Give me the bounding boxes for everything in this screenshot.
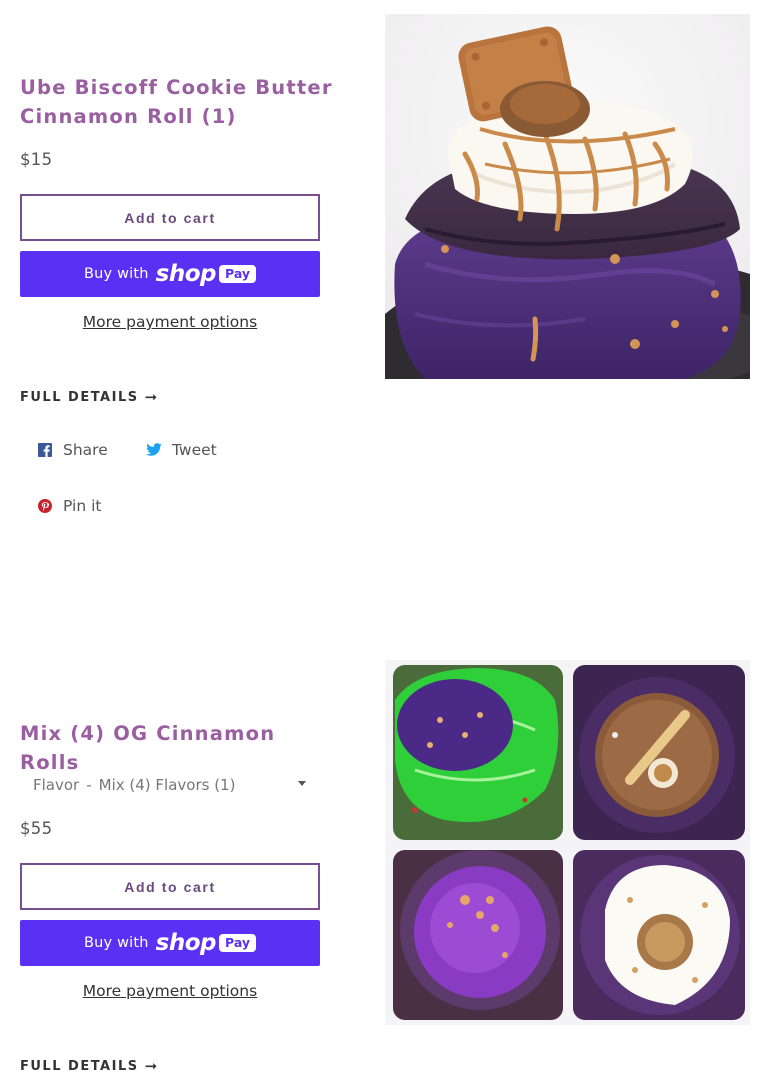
right-arrow-icon: ➞ xyxy=(144,1057,159,1075)
share-pinterest-button[interactable]: Pin it xyxy=(37,497,101,515)
product-card-mix-og-rolls: Mix (4) OG Cinnamon Rolls Flavor - Mix (… xyxy=(0,646,770,1092)
buy-with-shop-pay-button[interactable]: Buy with shop Pay xyxy=(20,251,320,297)
share-facebook-button[interactable]: Share xyxy=(37,441,108,459)
full-details-link[interactable]: FULL DETAILS ➞ xyxy=(20,1057,159,1075)
more-payment-options-link[interactable]: More payment options xyxy=(20,982,320,1000)
twitter-icon xyxy=(146,442,162,458)
pay-badge: Pay xyxy=(219,265,257,283)
pin-it-label: Pin it xyxy=(63,497,102,515)
tweet-label: Tweet xyxy=(172,441,217,459)
more-payment-options-link[interactable]: More payment options xyxy=(20,313,320,331)
four-rolls-illustration xyxy=(385,660,750,1025)
full-details-link[interactable]: FULL DETAILS ➞ xyxy=(20,388,159,406)
product-title[interactable]: Ube Biscoff Cookie Butter Cinnamon Roll … xyxy=(20,73,340,131)
product-price: $55 xyxy=(20,819,53,838)
chevron-down-icon xyxy=(298,781,306,786)
shop-pay-logo: shop xyxy=(155,929,217,956)
shop-pay-logo: shop xyxy=(155,260,217,287)
full-details-label: FULL DETAILS xyxy=(20,1058,139,1074)
share-label: Share xyxy=(63,441,108,459)
pay-badge: Pay xyxy=(219,934,257,952)
flavor-select[interactable]: Flavor - Mix (4) Flavors (1) xyxy=(20,767,320,803)
product-card-ube-biscoff: Ube Biscoff Cookie Butter Cinnamon Roll … xyxy=(0,0,770,600)
product-price: $15 xyxy=(20,150,53,169)
product-image-mix-four-rolls[interactable] xyxy=(385,660,750,1025)
buy-with-shop-pay-button[interactable]: Buy with shop Pay xyxy=(20,920,320,966)
add-to-cart-button[interactable]: Add to cart xyxy=(20,194,320,241)
buy-with-label: Buy with xyxy=(83,266,149,282)
share-twitter-button[interactable]: Tweet xyxy=(146,441,217,459)
facebook-icon xyxy=(37,442,53,458)
pinterest-icon xyxy=(37,498,53,514)
buy-with-label: Buy with xyxy=(83,935,149,951)
right-arrow-icon: ➞ xyxy=(144,388,159,406)
add-to-cart-button[interactable]: Add to cart xyxy=(20,863,320,910)
flavor-separator: - xyxy=(86,776,92,794)
flavor-value: Mix (4) Flavors (1) xyxy=(98,776,236,794)
ube-biscoff-roll-illustration xyxy=(385,14,750,379)
flavor-label: Flavor xyxy=(33,776,80,794)
product-image-ube-biscoff-roll[interactable] xyxy=(385,14,750,379)
full-details-label: FULL DETAILS xyxy=(20,389,139,405)
